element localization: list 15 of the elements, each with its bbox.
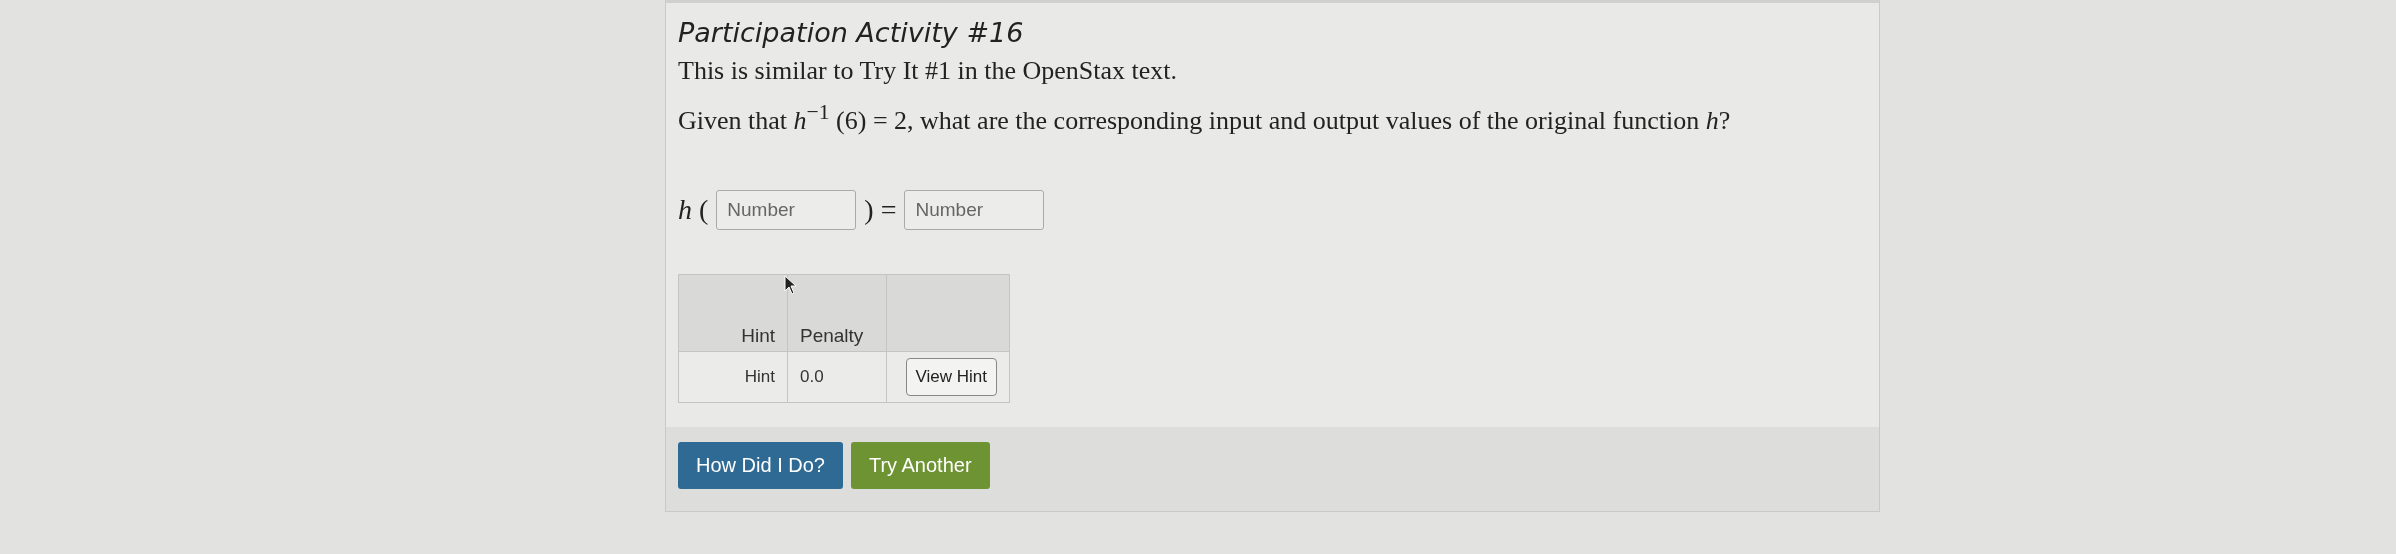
question-text: Given that h$^{−1}$ (6) = 2, what are the corresponding input and output values of the original function h? xyxy=(678,100,1732,136)
equation-text: ) = xyxy=(864,193,897,226)
table-cell: 0.0 xyxy=(787,351,887,403)
intro-text: This is similar to Try It #1 in the OpenStax text. xyxy=(678,56,1179,86)
action-button[interactable]: How Did I Do? xyxy=(678,441,843,489)
action-button[interactable]: Try Another xyxy=(850,441,990,489)
table-cell: Hint xyxy=(678,351,788,403)
view-hint-button[interactable]: View Hint xyxy=(905,357,997,396)
table-header-cell: Hint xyxy=(678,274,788,352)
number-input-field[interactable]: Number xyxy=(716,189,857,230)
table-header-cell: Penalty xyxy=(787,274,887,352)
number-input-field[interactable]: Number xyxy=(904,189,1045,230)
equation-text: h ( xyxy=(678,193,709,226)
activity-title: Participation Activity #16 xyxy=(678,17,1025,48)
mouse-pointer-icon xyxy=(784,275,798,295)
